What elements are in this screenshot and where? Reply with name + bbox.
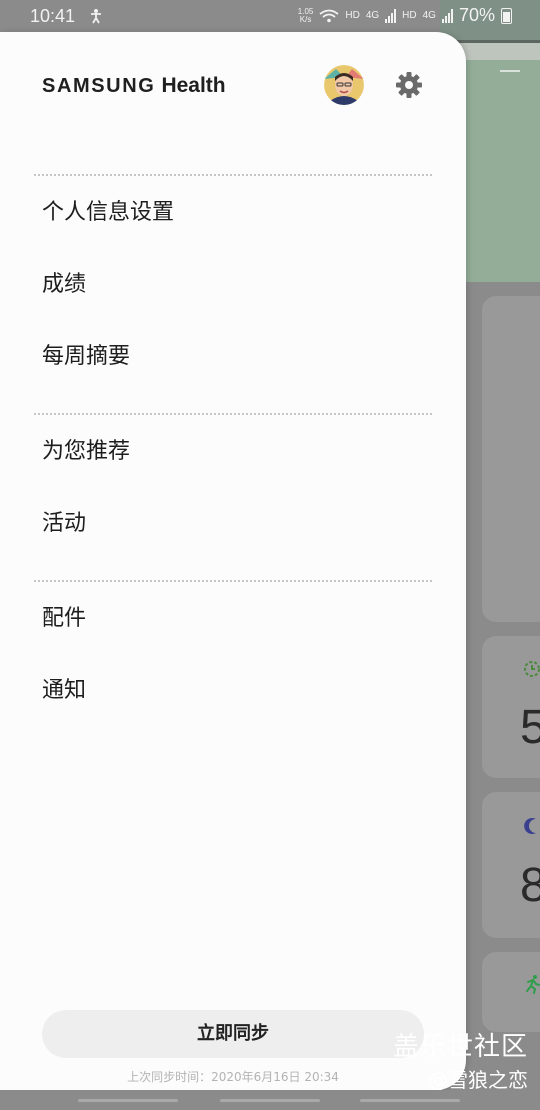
network-speed: 1.05 K/s — [297, 6, 314, 24]
background-value-sleep: 8 — [520, 859, 540, 912]
lte-badge-2: 4G — [422, 10, 436, 21]
status-indicators: 1.05 K/s HD 4G HD 4G 70% — [298, 5, 512, 26]
menu-divider — [34, 413, 432, 415]
navigation-drawer: SAMSUNG Health 个人信息设置 成绩 每周摘要 为您推荐 活动 配件… — [0, 32, 466, 1090]
sync-now-button[interactable]: 立即同步 — [42, 1010, 424, 1058]
menu-item-profile-settings[interactable]: 个人信息设置 — [42, 193, 422, 233]
status-bar: 10:41 1.05 K/s HD 4G HD 4G 70% — [0, 0, 540, 32]
hd-badge-2: HD — [402, 10, 417, 21]
watermark-author: @雪狼之恋 — [428, 1068, 528, 1092]
nav-gesture-home[interactable] — [220, 1099, 320, 1102]
timer-icon — [524, 661, 540, 677]
menu-item-events[interactable]: 活动 — [42, 504, 422, 544]
background-menu-indicator — [500, 70, 520, 72]
brand-logo: SAMSUNG Health — [42, 74, 226, 98]
lte-badge-1: 4G — [365, 10, 380, 21]
wifi-icon — [319, 9, 339, 22]
signal-icon-2 — [441, 8, 453, 23]
brand-health: Health — [161, 74, 226, 97]
battery-icon — [501, 7, 512, 24]
gear-icon[interactable] — [394, 70, 424, 100]
nav-gesture-back[interactable] — [360, 1099, 460, 1102]
last-sync-time: 上次同步时间：2020年6月16日 20:34 — [127, 1070, 339, 1084]
running-icon — [526, 975, 540, 994]
hd-badge-1: HD — [345, 10, 360, 21]
watermark-community: 盖乐世社区 — [392, 1032, 528, 1062]
background-card-steps[interactable] — [482, 296, 540, 622]
menu-divider — [34, 174, 432, 176]
accessibility-icon — [91, 9, 101, 24]
menu-item-weekly-summary[interactable]: 每周摘要 — [42, 337, 422, 377]
menu-item-notifications[interactable]: 通知 — [42, 671, 422, 711]
battery-percent: 70% — [458, 5, 495, 25]
avatar[interactable] — [324, 65, 364, 105]
menu-divider — [34, 580, 432, 582]
menu-item-accessories[interactable]: 配件 — [42, 599, 422, 639]
menu-item-achievements[interactable]: 成绩 — [42, 265, 422, 305]
brand-samsung: SAMSUNG — [42, 75, 156, 97]
status-time: 10:41 — [30, 6, 76, 26]
signal-icon-1 — [385, 8, 397, 23]
background-value-active: 5 — [520, 701, 540, 754]
menu-item-recommended[interactable]: 为您推荐 — [42, 432, 422, 472]
moon-icon — [524, 818, 536, 834]
nav-gesture-recents[interactable] — [78, 1099, 178, 1102]
